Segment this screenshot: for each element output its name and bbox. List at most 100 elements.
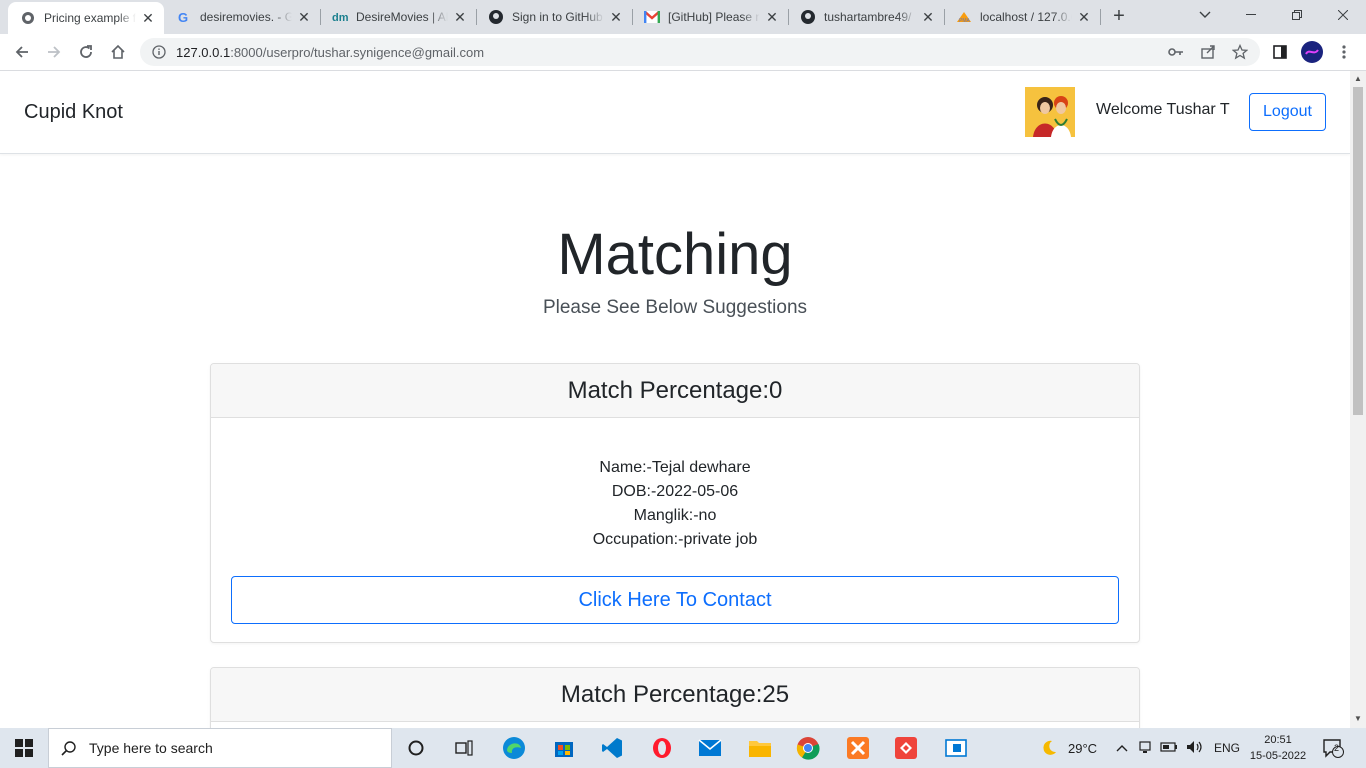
desiremovies-icon: dm <box>332 9 348 25</box>
match-card: Match Percentage:0 Name:-Tejal dewhare D… <box>210 363 1140 643</box>
github-icon <box>488 9 504 25</box>
tab-sign-in-github[interactable]: Sign in to GitHub ✕ <box>476 0 632 34</box>
brand-logo-text[interactable]: Cupid Knot <box>24 101 123 124</box>
tab-google-search[interactable]: G desiremovies. - Google Search ✕ <box>164 0 320 34</box>
tab-gmail[interactable]: [GitHub] Please review ✕ <box>632 0 788 34</box>
cortana-icon[interactable] <box>400 732 432 764</box>
tab-github-profile[interactable]: tushartambre49/ ✕ <box>788 0 944 34</box>
taskbar-clock[interactable]: 20:51 15-05-2022 <box>1248 732 1308 764</box>
tray-icons: ENG <box>1116 728 1240 768</box>
arrow-right-icon <box>48 46 61 58</box>
back-button[interactable] <box>8 38 36 66</box>
close-icon[interactable]: ✕ <box>608 9 624 25</box>
chrome-menu-button[interactable] <box>1330 38 1358 66</box>
address-bar[interactable]: 127.0.0.1:8000/userpro/tushar.synigence@… <box>140 38 1260 66</box>
page-title: Matching <box>557 222 793 287</box>
scroll-up-arrow-icon[interactable]: ▲ <box>1354 75 1362 83</box>
restore-icon <box>1292 10 1302 20</box>
home-button[interactable] <box>104 38 132 66</box>
windows-logo-icon <box>15 739 33 757</box>
page-subtitle: Please See Below Suggestions <box>542 297 808 318</box>
password-key-button[interactable] <box>1162 38 1190 66</box>
contact-button[interactable]: Click Here To Contact <box>231 576 1119 624</box>
minimize-button[interactable] <box>1228 0 1274 30</box>
edge-icon[interactable] <box>498 732 530 764</box>
close-icon[interactable]: ✕ <box>1076 9 1092 25</box>
scrollbar-thumb[interactable] <box>1353 87 1363 415</box>
key-icon <box>1168 48 1183 56</box>
tab-title: Sign in to GitHub <box>512 10 603 24</box>
chevron-up-icon[interactable] <box>1116 741 1128 755</box>
match-percentage-header: Match Percentage:25 <box>211 668 1139 722</box>
close-icon[interactable]: ✕ <box>920 9 936 25</box>
bookmark-button[interactable] <box>1226 38 1254 66</box>
app-window-icon[interactable] <box>940 732 972 764</box>
more-vertical-icon <box>1342 45 1346 59</box>
xampp-icon[interactable] <box>842 732 874 764</box>
url-host: 127.0.0.1 <box>176 44 231 60</box>
restore-button[interactable] <box>1274 0 1320 30</box>
file-explorer-icon[interactable] <box>744 732 776 764</box>
weather-widget[interactable]: 29°C <box>1040 728 1097 768</box>
search-placeholder: Type here to search <box>89 740 213 756</box>
scroll-down-arrow-icon[interactable]: ▼ <box>1354 715 1362 723</box>
side-panel-icon <box>1273 45 1287 59</box>
reload-button[interactable] <box>72 38 100 66</box>
volume-icon[interactable] <box>1186 740 1204 757</box>
battery-icon[interactable] <box>1160 741 1178 755</box>
match-name: Name:-Tejal dewhare <box>599 459 751 476</box>
vscode-icon[interactable] <box>596 732 628 764</box>
tab-phpmyadmin[interactable]: PMA localhost / 127.0.0.1 ✕ <box>944 0 1100 34</box>
tab-pricing-example[interactable]: Pricing example for Bootstrap ✕ <box>8 2 164 34</box>
svg-text:G: G <box>178 10 188 24</box>
task-view-icon[interactable] <box>448 732 480 764</box>
minimize-icon <box>1246 14 1256 15</box>
match-card-body: Name:-Tejal dewhare DOB:-2022-05-06 Mang… <box>211 418 1139 642</box>
moon-icon <box>1043 740 1056 755</box>
search-icon <box>61 741 76 756</box>
chrome-icon[interactable] <box>792 732 824 764</box>
browser-toolbar: 127.0.0.1:8000/userpro/tushar.synigence@… <box>0 34 1366 71</box>
match-card: Match Percentage:25 <box>210 667 1140 728</box>
tab-title: tushartambre49/ <box>824 10 912 24</box>
logout-button[interactable]: Logout <box>1249 93 1326 131</box>
home-icon <box>111 44 125 59</box>
tab-title: desiremovies. - Google Search <box>200 10 292 24</box>
close-icon[interactable]: ✕ <box>140 10 156 26</box>
close-window-button[interactable] <box>1320 0 1366 30</box>
google-icon: G <box>176 9 192 25</box>
side-panel-button[interactable] <box>1266 38 1294 66</box>
match-percentage-header: Match Percentage:0 <box>211 364 1139 418</box>
page-scrollbar[interactable]: ▲ ▼ <box>1350 71 1366 728</box>
profile-button[interactable] <box>1298 38 1326 66</box>
reload-icon <box>80 45 92 58</box>
anydesk-icon[interactable] <box>890 732 922 764</box>
globe-icon <box>20 10 36 26</box>
network-icon[interactable] <box>1138 740 1152 757</box>
github-icon <box>800 9 816 25</box>
windows-taskbar: Type here to search 29°C ENG 20:51 15-05… <box>0 728 1366 768</box>
close-icon[interactable]: ✕ <box>764 9 780 25</box>
microsoft-store-icon[interactable] <box>548 732 580 764</box>
notification-icon <box>1323 739 1344 758</box>
tab-search-button[interactable] <box>1182 0 1228 30</box>
site-navbar: Cupid Knot Welcome Tushar T Logout <box>0 71 1350 154</box>
close-icon[interactable]: ✕ <box>296 9 312 25</box>
tab-separator <box>1100 9 1101 25</box>
tab-desiremovies[interactable]: dm DesireMovies | All Movies ✕ <box>320 0 476 34</box>
forward-button[interactable] <box>40 38 68 66</box>
url-path: :8000/userpro/tushar.synigence@gmail.com <box>230 44 485 60</box>
start-button[interactable] <box>0 728 48 768</box>
opera-icon[interactable] <box>646 732 678 764</box>
close-icon <box>1338 10 1348 20</box>
new-tab-button[interactable]: + <box>1108 5 1130 27</box>
close-icon[interactable]: ✕ <box>452 9 468 25</box>
clock-date: 15-05-2022 <box>1249 750 1307 762</box>
tab-title: DesireMovies | All Movies <box>356 10 448 24</box>
share-button[interactable] <box>1194 38 1222 66</box>
taskbar-search-box[interactable]: Type here to search <box>48 728 392 768</box>
language-indicator[interactable]: ENG <box>1214 741 1240 755</box>
mail-icon[interactable] <box>694 732 726 764</box>
notification-center-button[interactable]: 2 <box>1322 728 1344 768</box>
tab-title: [GitHub] Please review <box>668 10 760 24</box>
